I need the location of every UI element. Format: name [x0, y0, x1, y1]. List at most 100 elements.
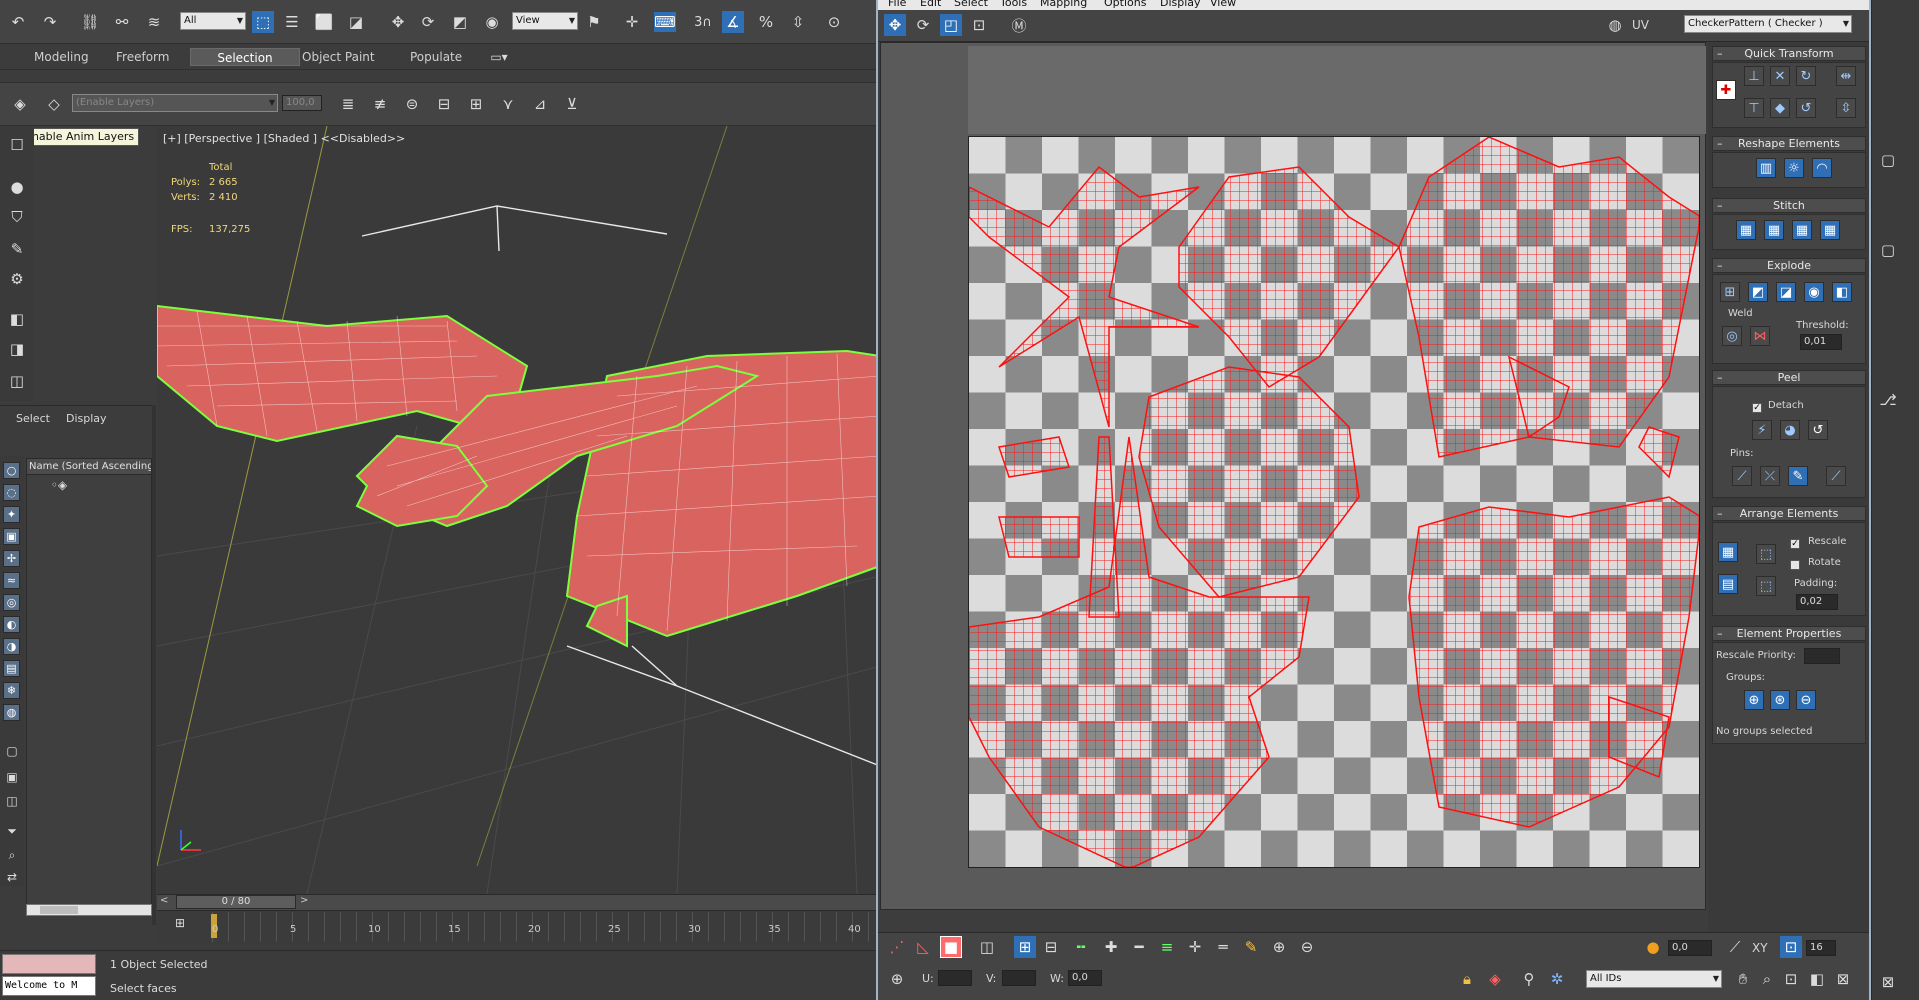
uv-zoom-region-icon[interactable]: ⊡: [1780, 968, 1802, 990]
uv-zoom-value[interactable]: 16: [1806, 940, 1836, 956]
uv-falloff-value[interactable]: 0,0: [1668, 940, 1712, 956]
explorer-menu-select[interactable]: Select: [16, 412, 50, 425]
reshape-relax-icon[interactable]: ☼: [1784, 158, 1804, 178]
uv-zoom-extents-icon[interactable]: ◧: [1806, 968, 1828, 990]
uv-u-field[interactable]: [938, 970, 972, 986]
rollout-explode[interactable]: Explode: [1712, 258, 1866, 273]
qt-align-h-icon[interactable]: ⊥: [1744, 66, 1764, 86]
uv-plus-icon[interactable]: ✚: [1100, 936, 1122, 958]
filter-geometry-icon[interactable]: ○: [3, 462, 20, 479]
uv-vertex-mode-icon[interactable]: ⋰: [886, 936, 908, 958]
explorer-column-header[interactable]: Name (Sorted Ascending): [27, 459, 151, 475]
select-pinned-icon[interactable]: ⟋: [1826, 466, 1846, 486]
uv-menu-options[interactable]: Options: [1104, 0, 1146, 9]
ribbon-tab-object-paint[interactable]: Object Paint: [292, 48, 385, 66]
uv-rotate-icon[interactable]: ⟳: [912, 14, 934, 36]
select-by-name-icon[interactable]: ☰: [282, 12, 302, 32]
collapse-layer-icon[interactable]: ⋎: [496, 92, 520, 116]
select-object-icon[interactable]: ⬚: [252, 11, 274, 33]
uv-paint-select-icon[interactable]: ✎: [1240, 936, 1262, 958]
bind-spacewarp-icon[interactable]: ≋: [144, 12, 164, 32]
viewport-label[interactable]: [+] [Perspective ] [Shaded ] <<Disabled>…: [163, 132, 405, 145]
uv-menu-edit[interactable]: Edit: [920, 0, 941, 9]
display-all-icon[interactable]: ▣: [3, 768, 21, 786]
uv-falloff-type-icon[interactable]: ⟋: [1724, 936, 1746, 958]
explorer-menu-display[interactable]: Display: [66, 412, 107, 425]
explode-break-icon[interactable]: ⊞: [1720, 282, 1740, 302]
uv-element-mode-icon[interactable]: ◫: [976, 936, 998, 958]
uv-brush-minus-icon[interactable]: ⊖: [1296, 936, 1318, 958]
maxscript-listener-bottom[interactable]: Welcome to M: [2, 976, 96, 996]
qt-rotate-cw-icon[interactable]: ↻: [1796, 66, 1816, 86]
scale-icon[interactable]: ◩: [450, 12, 470, 32]
group-remove-icon[interactable]: ⊖: [1796, 690, 1816, 710]
qt-align-center-icon[interactable]: ◆: [1770, 98, 1790, 118]
sync-selection-icon[interactable]: ⇄: [3, 868, 21, 886]
motion-icon[interactable]: ◫: [6, 370, 28, 392]
scene-layer-icon[interactable]: ◦◈: [44, 478, 74, 492]
reference-coord-dropdown[interactable]: View: [512, 12, 578, 30]
ribbon-tab-populate[interactable]: Populate: [400, 48, 472, 66]
uv-lock-icon[interactable]: 🔒︎: [1456, 968, 1478, 990]
filter-spacewarps-icon[interactable]: ≈: [3, 572, 20, 589]
enable-anim-layers-icon[interactable]: ◈: [8, 92, 32, 116]
keyboard-shortcut-icon[interactable]: ⌨: [654, 12, 676, 32]
explode-by-material-icon[interactable]: ◪: [1776, 282, 1796, 302]
curve-editor-icon[interactable]: ⊞: [170, 914, 190, 932]
rollout-quick-transform[interactable]: Quick Transform: [1712, 46, 1866, 61]
move-icon[interactable]: ✥: [388, 12, 408, 32]
arrange-pack-custom-icon[interactable]: ⬚: [1756, 544, 1776, 564]
helper-icon[interactable]: ⚙: [6, 268, 28, 290]
uv-menu-view[interactable]: View: [1210, 0, 1236, 9]
time-slider-thumb[interactable]: 0 / 80: [176, 895, 296, 909]
peel-reset-icon[interactable]: ↺: [1808, 420, 1828, 440]
anim-layer-dropdown[interactable]: (Enable Layers): [72, 94, 278, 112]
rollout-peel[interactable]: Peel: [1712, 370, 1866, 385]
ribbon-tab-selection[interactable]: Selection: [190, 48, 300, 66]
explode-by-smoothing-icon[interactable]: ◩: [1748, 282, 1768, 302]
shirt-icon[interactable]: ⛉: [6, 206, 28, 228]
padding-field[interactable]: 0,02: [1796, 594, 1838, 610]
uv-absolute-icon[interactable]: ⊕: [886, 968, 908, 990]
uv-brush-plus-icon[interactable]: ⊕: [1268, 936, 1290, 958]
create-icon[interactable]: ☐: [6, 134, 28, 156]
sphere-icon[interactable]: ●: [6, 176, 28, 198]
uv-grow-icon[interactable]: ⊞: [1014, 936, 1036, 958]
find-icon[interactable]: ⌕: [3, 846, 21, 864]
modify-icon[interactable]: ◧: [6, 308, 28, 330]
filter-xrefs-icon[interactable]: ◐: [3, 616, 20, 633]
uv-menu-file[interactable]: File: [888, 0, 906, 9]
uv-snap-icon[interactable]: ⊡: [1780, 936, 1802, 958]
uv-move-icon[interactable]: ✥: [884, 14, 906, 36]
rescale-priority-field[interactable]: [1804, 648, 1840, 664]
edge-icon-2[interactable]: ▢: [1878, 240, 1898, 260]
rollout-stitch[interactable]: Stitch: [1712, 198, 1866, 213]
uv-menu-mapping[interactable]: Mapping: [1040, 0, 1087, 9]
snap-toggle-icon[interactable]: 3 ∩: [690, 10, 716, 34]
arrange-pack-normalize-icon[interactable]: ▦: [1718, 542, 1738, 562]
edge-icon-1[interactable]: ▢: [1878, 150, 1898, 170]
filter-containers-icon[interactable]: ▤: [3, 660, 20, 677]
redo-icon[interactable]: ↷: [40, 12, 60, 32]
uv-v-field[interactable]: [1002, 970, 1036, 986]
pin-icon[interactable]: ⟋: [1732, 466, 1752, 486]
angle-snap-icon[interactable]: ∡: [722, 11, 744, 33]
ribbon-tab-modeling[interactable]: Modeling: [24, 48, 99, 66]
uv-unfreeze-icon[interactable]: ✲: [1546, 968, 1568, 990]
edge-close-icon[interactable]: ⊠: [1878, 972, 1898, 992]
copy-anim-layer-icon[interactable]: ⊜: [400, 92, 424, 116]
uv-freeform-icon[interactable]: ⊡: [968, 14, 990, 36]
hierarchy-icon[interactable]: ◨: [6, 338, 28, 360]
uv-mirror-icon[interactable]: Ⓜ: [1008, 14, 1030, 36]
filter-frozen-icon[interactable]: ❄: [3, 682, 20, 699]
ribbon-options-icon[interactable]: ▭▾: [486, 49, 512, 65]
reshape-circle-icon[interactable]: ◠: [1812, 158, 1832, 178]
stitch-target-icon[interactable]: ▦: [1792, 220, 1812, 240]
uv-xy-label[interactable]: XY: [1752, 941, 1768, 955]
paste-new-layer-icon[interactable]: ⊞: [464, 92, 488, 116]
filter-lights-icon[interactable]: ✦: [3, 506, 20, 523]
explode-selected-icon[interactable]: ◧: [1832, 282, 1852, 302]
named-selection-icon[interactable]: ⊙: [822, 12, 846, 32]
rotate-checkbox[interactable]: [1790, 560, 1800, 570]
rescale-checkbox[interactable]: ✓: [1790, 539, 1800, 549]
